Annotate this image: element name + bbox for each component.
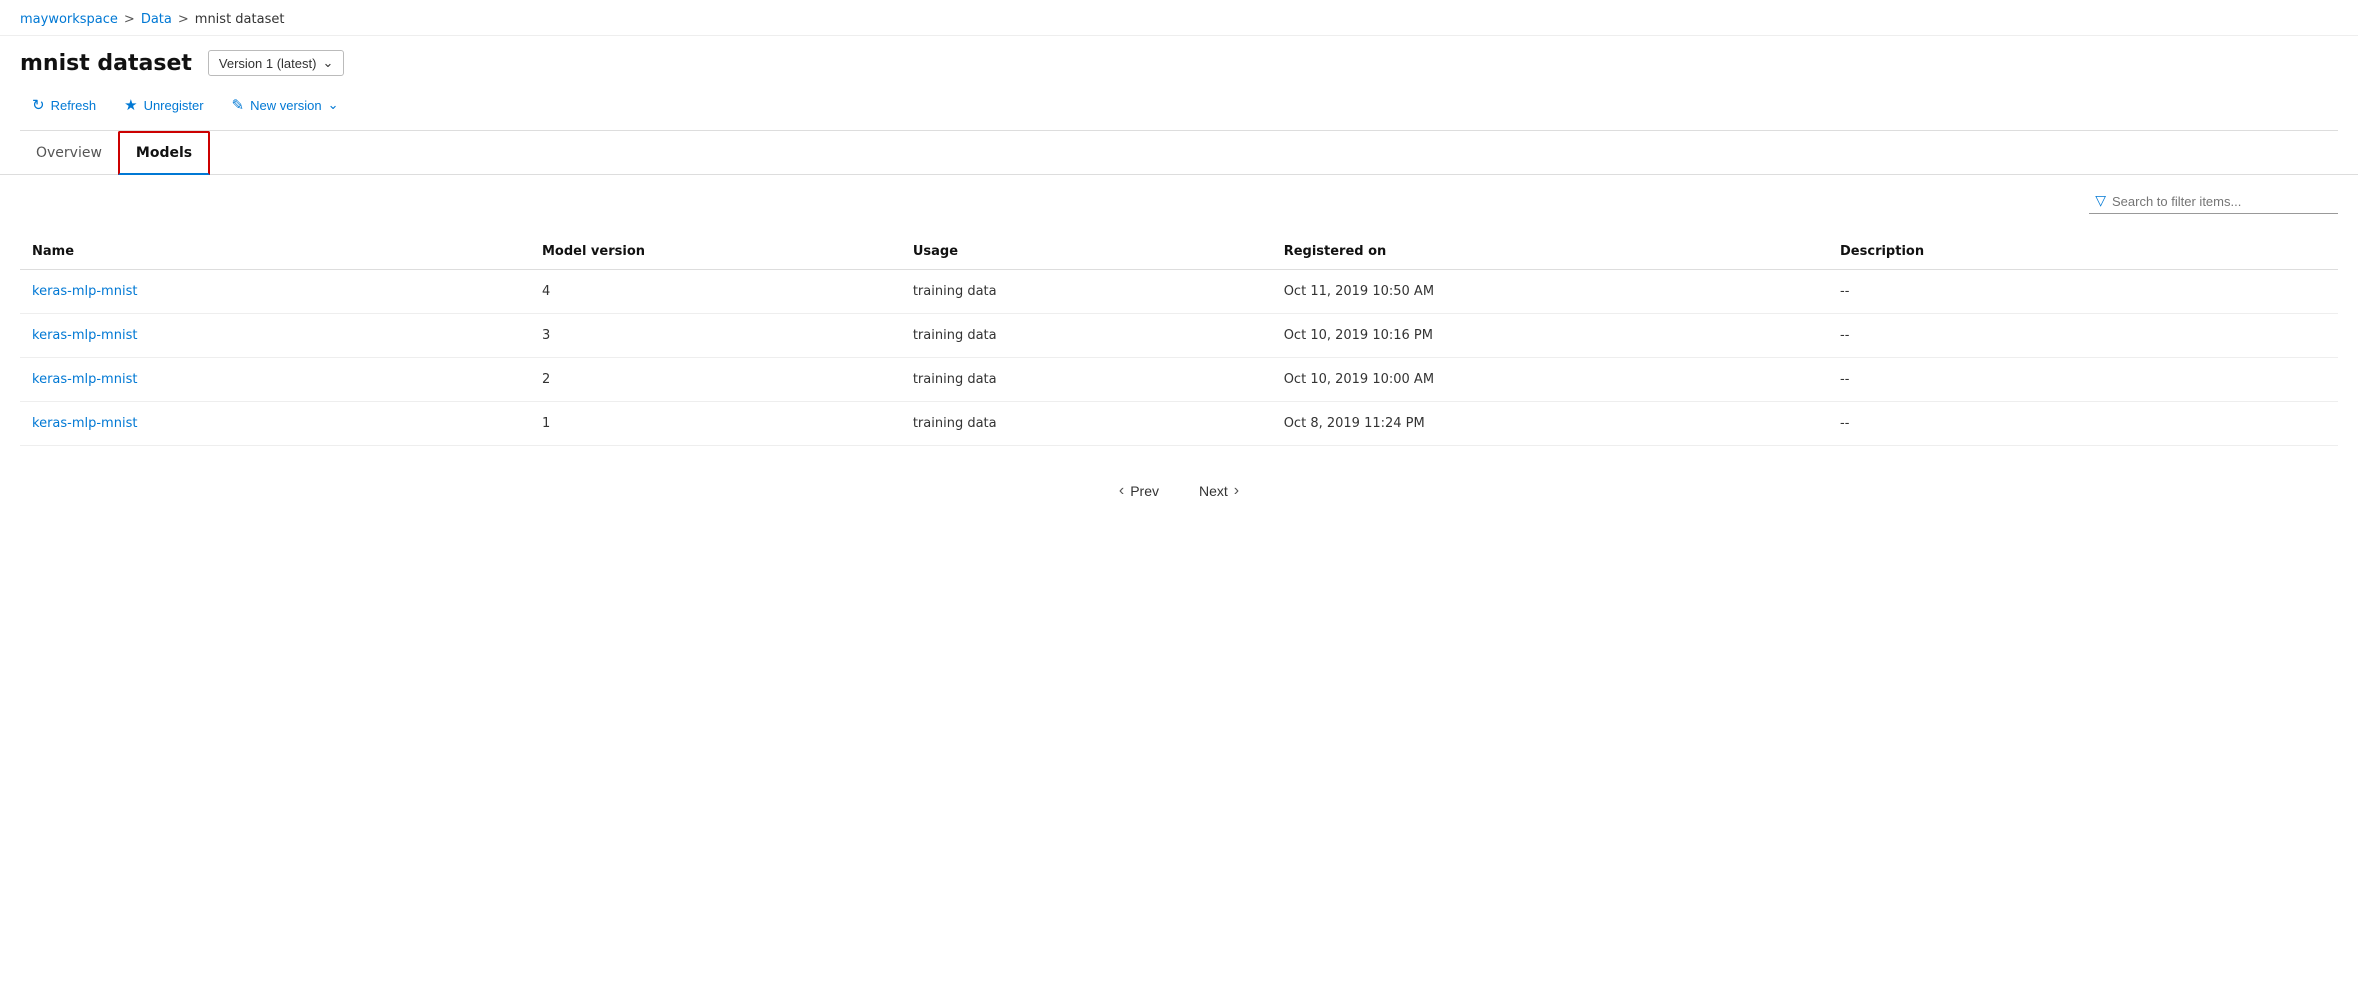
breadcrumb-sep2: > — [178, 12, 189, 27]
next-button[interactable]: Next › — [1189, 476, 1249, 506]
toolbar: ↻ Refresh ★ Unregister ✎ New version ⌄ — [20, 90, 2338, 131]
cell-description: -- — [1828, 270, 2338, 314]
next-arrow-icon: › — [1234, 482, 1239, 500]
col-header-model-version: Model version — [530, 234, 901, 270]
cell-name[interactable]: keras-mlp-mnist — [20, 270, 530, 314]
title-row: mnist dataset Version 1 (latest) ⌄ — [20, 50, 2338, 76]
tab-overview[interactable]: Overview — [20, 133, 118, 175]
header-section: mnist dataset Version 1 (latest) ⌄ ↻ Ref… — [0, 36, 2358, 131]
model-link[interactable]: keras-mlp-mnist — [32, 372, 137, 387]
breadcrumb-current: mnist dataset — [195, 12, 285, 27]
version-dropdown[interactable]: Version 1 (latest) ⌄ — [208, 50, 344, 76]
table-body: keras-mlp-mnist 4 training data Oct 11, … — [20, 270, 2338, 446]
unregister-button[interactable]: ★ Unregister — [112, 90, 215, 120]
refresh-icon: ↻ — [32, 96, 45, 114]
cell-usage: training data — [901, 314, 1272, 358]
cell-registered-on: Oct 10, 2019 10:16 PM — [1272, 314, 1828, 358]
content-area: ▽ Name Model version Usage Registered on… — [0, 175, 2358, 526]
refresh-label: Refresh — [51, 98, 97, 113]
tab-models-label: Models — [136, 145, 192, 161]
cell-model-version: 2 — [530, 358, 901, 402]
new-version-icon: ✎ — [232, 96, 245, 114]
cell-usage: training data — [901, 358, 1272, 402]
cell-model-version: 4 — [530, 270, 901, 314]
cell-description: -- — [1828, 314, 2338, 358]
col-header-description: Description — [1828, 234, 2338, 270]
filter-icon: ▽ — [2095, 193, 2106, 209]
table-row: keras-mlp-mnist 4 training data Oct 11, … — [20, 270, 2338, 314]
next-label: Next — [1199, 483, 1228, 499]
table-header: Name Model version Usage Registered on D… — [20, 234, 2338, 270]
refresh-button[interactable]: ↻ Refresh — [20, 90, 108, 120]
model-link[interactable]: keras-mlp-mnist — [32, 328, 137, 343]
table-row: keras-mlp-mnist 2 training data Oct 10, … — [20, 358, 2338, 402]
prev-button[interactable]: ‹ Prev — [1109, 476, 1169, 506]
data-table: Name Model version Usage Registered on D… — [20, 234, 2338, 446]
new-version-button[interactable]: ✎ New version ⌄ — [220, 90, 351, 120]
cell-usage: training data — [901, 270, 1272, 314]
star-icon: ★ — [124, 96, 137, 114]
col-header-name: Name — [20, 234, 530, 270]
filter-input-wrapper[interactable]: ▽ — [2089, 189, 2338, 214]
table-row: keras-mlp-mnist 3 training data Oct 10, … — [20, 314, 2338, 358]
cell-registered-on: Oct 11, 2019 10:50 AM — [1272, 270, 1828, 314]
tab-models[interactable]: Models — [118, 131, 210, 175]
version-label: Version 1 (latest) — [219, 56, 317, 71]
cell-name[interactable]: keras-mlp-mnist — [20, 402, 530, 446]
breadcrumb-sep1: > — [124, 12, 135, 27]
model-link[interactable]: keras-mlp-mnist — [32, 284, 137, 299]
tabs-row: Overview Models — [0, 131, 2358, 175]
table-row: keras-mlp-mnist 1 training data Oct 8, 2… — [20, 402, 2338, 446]
cell-model-version: 1 — [530, 402, 901, 446]
new-version-label: New version — [250, 98, 322, 113]
cell-model-version: 3 — [530, 314, 901, 358]
prev-label: Prev — [1130, 483, 1159, 499]
breadcrumb-section[interactable]: Data — [141, 12, 172, 27]
chevron-down-icon: ⌄ — [322, 55, 333, 71]
unregister-label: Unregister — [144, 98, 204, 113]
cell-description: -- — [1828, 358, 2338, 402]
col-header-registered-on: Registered on — [1272, 234, 1828, 270]
page-title: mnist dataset — [20, 51, 192, 76]
col-header-usage: Usage — [901, 234, 1272, 270]
prev-arrow-icon: ‹ — [1119, 482, 1124, 500]
cell-name[interactable]: keras-mlp-mnist — [20, 314, 530, 358]
cell-name[interactable]: keras-mlp-mnist — [20, 358, 530, 402]
pagination: ‹ Prev Next › — [20, 446, 2338, 526]
cell-usage: training data — [901, 402, 1272, 446]
filter-bar: ▽ — [20, 175, 2338, 224]
new-version-chevron-icon: ⌄ — [328, 97, 339, 113]
cell-registered-on: Oct 8, 2019 11:24 PM — [1272, 402, 1828, 446]
breadcrumb: mayworkspace > Data > mnist dataset — [0, 0, 2358, 36]
model-link[interactable]: keras-mlp-mnist — [32, 416, 137, 431]
breadcrumb-workspace[interactable]: mayworkspace — [20, 12, 118, 27]
search-input[interactable] — [2112, 194, 2332, 209]
tab-overview-label: Overview — [36, 145, 102, 161]
cell-registered-on: Oct 10, 2019 10:00 AM — [1272, 358, 1828, 402]
cell-description: -- — [1828, 402, 2338, 446]
